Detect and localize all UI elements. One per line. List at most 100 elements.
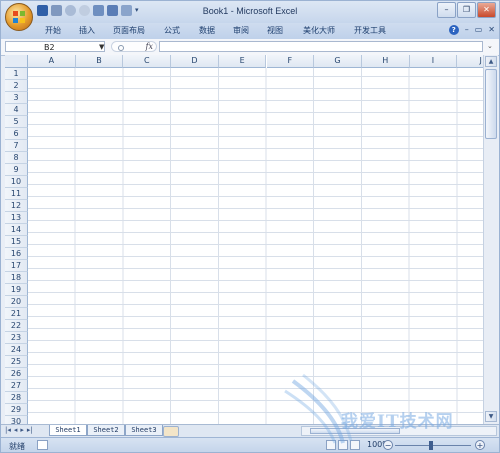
row-header[interactable]: 16 <box>5 248 28 260</box>
worksheet-grid: ABCDEFGHIJ 1 2 3 4 5 6 7 8 9 10 11 12 13 14 15 16 17 18 19… <box>5 55 483 424</box>
name-box-dropdown-icon[interactable]: ▼ <box>99 43 104 51</box>
title-bar: ▾ Book1 - Microsoft Excel – ❐ ✕ <box>1 1 499 31</box>
row-header[interactable]: 9 <box>5 164 28 176</box>
row-header[interactable]: 15 <box>5 236 28 248</box>
row-header[interactable]: 1 <box>5 68 28 80</box>
prev-sheet-icon[interactable]: ◂ <box>14 426 18 434</box>
name-box[interactable]: B2 <box>5 41 105 52</box>
row-header[interactable]: 3 <box>5 92 28 104</box>
ribbon-restore-icon[interactable]: ▭ <box>475 25 483 35</box>
row-header[interactable]: 14 <box>5 224 28 236</box>
row-header[interactable]: 21 <box>5 308 28 320</box>
ribbon-minimize-icon[interactable]: – <box>465 25 469 35</box>
row-header[interactable]: 29 <box>5 404 28 416</box>
zoom-slider[interactable] <box>395 445 471 446</box>
excel-window: ▾ Book1 - Microsoft Excel – ❐ ✕ 开始 插入 页面… <box>0 0 500 453</box>
first-sheet-icon[interactable]: |◂ <box>5 426 11 434</box>
horizontal-scrollbar[interactable] <box>301 426 497 436</box>
close-icon[interactable]: ✕ <box>477 2 496 18</box>
column-header[interactable]: G <box>314 55 362 68</box>
macro-record-icon[interactable] <box>37 440 48 450</box>
formula-input[interactable] <box>159 41 483 52</box>
column-header[interactable]: F <box>266 55 315 68</box>
window-title: Book1 - Microsoft Excel <box>202 6 298 16</box>
window-controls: – ❐ ✕ <box>437 2 496 18</box>
column-header[interactable]: D <box>171 55 219 68</box>
row-header[interactable]: 24 <box>5 344 28 356</box>
view-buttons <box>326 440 360 450</box>
row-header[interactable]: 20 <box>5 296 28 308</box>
horizontal-scroll-thumb[interactable] <box>310 428 400 434</box>
tab-developer[interactable]: 开发工具 <box>354 25 386 36</box>
insert-sheet-icon[interactable] <box>163 426 179 437</box>
next-sheet-icon[interactable]: ▸ <box>20 426 24 434</box>
row-header[interactable]: 22 <box>5 320 28 332</box>
expand-formula-bar-icon[interactable]: ⌄ <box>487 42 493 50</box>
row-header[interactable]: 18 <box>5 272 28 284</box>
sheet-nav-buttons: |◂ ◂ ▸ ▸| <box>5 426 33 434</box>
ribbon-tabs: 开始 插入 页面布局 公式 数据 审阅 视图 美化大师 开发工具 ? – ▭ ✕ <box>1 23 499 40</box>
formula-bar: B2 ▼ fx ⌄ <box>1 39 499 56</box>
row-header[interactable]: 5 <box>5 116 28 128</box>
column-header[interactable]: I <box>409 55 458 68</box>
column-header[interactable]: H <box>361 55 410 68</box>
row-header[interactable]: 17 <box>5 260 28 272</box>
zoom-in-icon[interactable]: + <box>475 440 485 450</box>
column-header[interactable]: B <box>75 55 124 68</box>
vertical-scrollbar[interactable]: ▲ ▼ <box>483 55 498 424</box>
insert-function-icon[interactable]: fx <box>146 42 153 51</box>
ribbon-close-icon[interactable]: ✕ <box>488 25 495 35</box>
zoom-slider-knob[interactable] <box>429 441 433 450</box>
row-header[interactable]: 11 <box>5 188 28 200</box>
row-header[interactable]: 25 <box>5 356 28 368</box>
tab-data[interactable]: 数据 <box>199 25 215 36</box>
status-ready: 就绪 <box>9 442 25 451</box>
formula-buttons: fx <box>111 41 157 52</box>
sheet-tab-sheet2[interactable]: Sheet2 <box>87 425 125 436</box>
tab-view[interactable]: 视图 <box>267 25 283 36</box>
cell-area[interactable] <box>28 68 483 424</box>
tab-insert[interactable]: 插入 <box>79 25 95 36</box>
column-header[interactable]: C <box>123 55 172 68</box>
tab-beautify-master[interactable]: 美化大师 <box>303 25 335 36</box>
last-sheet-icon[interactable]: ▸| <box>27 426 33 434</box>
zoom-out-icon[interactable]: − <box>383 440 393 450</box>
row-header[interactable]: 26 <box>5 368 28 380</box>
normal-view-icon[interactable] <box>326 440 336 450</box>
row-header[interactable]: 7 <box>5 140 28 152</box>
row-header[interactable]: 28 <box>5 392 28 404</box>
help-icon[interactable]: ? <box>448 25 459 35</box>
row-header[interactable]: 12 <box>5 200 28 212</box>
sheet-tab-sheet3[interactable]: Sheet3 <box>125 425 163 436</box>
page-layout-view-icon[interactable] <box>338 440 348 450</box>
row-header[interactable]: 27 <box>5 380 28 392</box>
row-header[interactable]: 6 <box>5 128 28 140</box>
column-header[interactable]: J <box>457 55 483 68</box>
page-break-view-icon[interactable] <box>350 440 360 450</box>
sheet-tab-bar: |◂ ◂ ▸ ▸| Sheet1 Sheet2 Sheet3 <box>1 424 499 437</box>
column-header[interactable]: A <box>28 55 76 68</box>
row-header[interactable]: 10 <box>5 176 28 188</box>
cancel-enter-icon <box>118 45 124 51</box>
row-header[interactable]: 4 <box>5 104 28 116</box>
minimize-icon[interactable]: – <box>437 2 456 18</box>
column-header[interactable]: E <box>218 55 267 68</box>
row-header[interactable]: 13 <box>5 212 28 224</box>
row-header[interactable]: 23 <box>5 332 28 344</box>
sheet-tab-sheet1[interactable]: Sheet1 <box>49 425 87 436</box>
scroll-down-icon[interactable]: ▼ <box>485 411 497 422</box>
tab-review[interactable]: 审阅 <box>233 25 249 36</box>
status-bar: 就绪 100% − + <box>1 437 499 452</box>
restore-icon[interactable]: ❐ <box>457 2 476 18</box>
tab-page-layout[interactable]: 页面布局 <box>113 25 145 36</box>
office-button[interactable] <box>5 3 33 31</box>
row-header[interactable]: 19 <box>5 284 28 296</box>
select-all-corner[interactable] <box>5 55 28 68</box>
row-header[interactable]: 2 <box>5 80 28 92</box>
scroll-up-icon[interactable]: ▲ <box>485 56 497 67</box>
vertical-scroll-thumb[interactable] <box>485 69 497 139</box>
tab-formulas[interactable]: 公式 <box>164 25 180 36</box>
tab-home[interactable]: 开始 <box>45 25 61 36</box>
row-header[interactable]: 8 <box>5 152 28 164</box>
row-header[interactable]: 30 <box>5 416 28 424</box>
